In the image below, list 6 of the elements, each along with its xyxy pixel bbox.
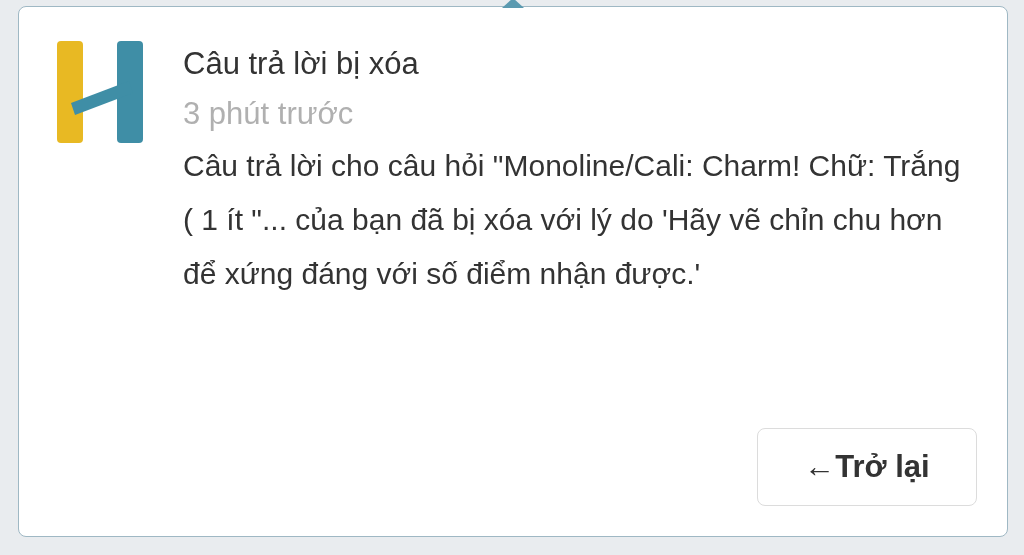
notification-message: Câu trả lời cho câu hỏi "Monoline/Cali: Charm! Chữ: Trắng ( 1 ít "... của bạn đã bị xóa với lý do 'Hãy vẽ chỉn chu hơn để xứng đáng với số điểm nhận được.' [183,148,962,292]
notification-time: 3 phút trước [183,95,355,133]
back-button[interactable]: ←Trở lại [757,428,977,506]
caret-icon [502,0,524,8]
notification-title: Câu trả lời bị xóa [183,45,420,83]
logo-icon [57,41,145,143]
